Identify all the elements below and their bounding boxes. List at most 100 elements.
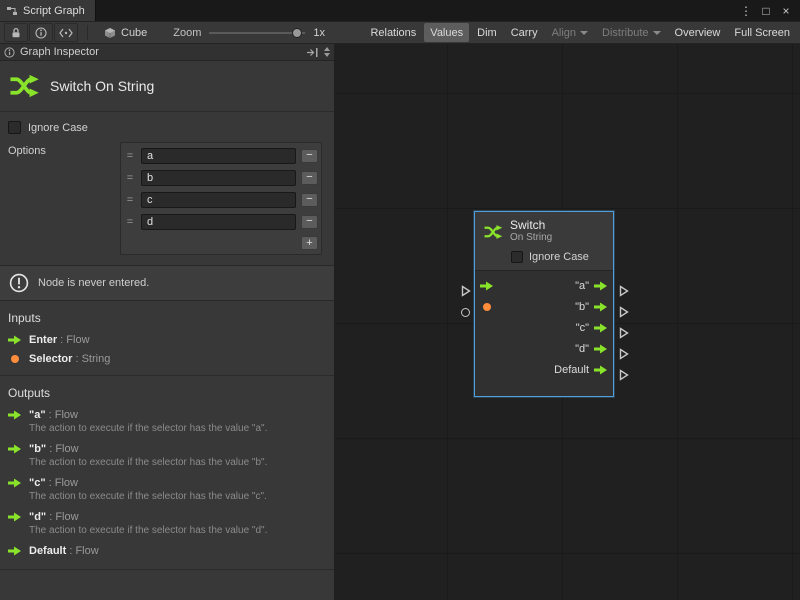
close-icon[interactable]: × <box>778 2 794 20</box>
ignore-case-row: Ignore Case <box>0 112 334 136</box>
flow-port-icon <box>8 512 22 522</box>
port-label: "b" <box>575 301 589 313</box>
full-screen-label: Full Screen <box>734 27 790 39</box>
node-port-row: "d" <box>475 338 613 359</box>
tab-script-graph[interactable]: Script Graph <box>0 0 96 21</box>
maximize-icon[interactable]: □ <box>758 2 774 20</box>
output-port-c[interactable] <box>619 327 629 339</box>
enter-port[interactable] <box>461 285 471 297</box>
drag-handle-icon[interactable]: = <box>124 194 136 206</box>
ignore-case-label: Ignore Case <box>28 122 88 134</box>
port-type: : Flow <box>46 477 78 489</box>
port-type: : String <box>72 353 110 365</box>
dim-button[interactable]: Dim <box>471 23 503 42</box>
node-ignore-case-label: Ignore Case <box>529 251 589 263</box>
overview-label: Overview <box>675 27 721 39</box>
drag-handle-icon[interactable]: = <box>124 172 136 184</box>
overview-button[interactable]: Overview <box>669 23 727 42</box>
option-input-2[interactable] <box>141 192 296 208</box>
flow-out-icon[interactable] <box>594 323 608 333</box>
port-description: The action to execute if the selector ha… <box>0 457 334 472</box>
port-type: : Flow <box>46 511 78 523</box>
selector-value-icon[interactable] <box>483 303 491 311</box>
kebab-menu-icon[interactable]: ⋮ <box>738 2 754 20</box>
tab-label: Script Graph <box>23 5 85 17</box>
port-type: : Flow <box>57 334 89 346</box>
flow-port-icon <box>8 546 22 556</box>
chevron-down-icon <box>653 31 661 35</box>
drag-handle-icon[interactable]: = <box>124 150 136 162</box>
node-header[interactable]: Switch On String <box>475 212 613 248</box>
remove-option-button[interactable]: − <box>301 215 318 229</box>
node-port-row: Default <box>475 359 613 380</box>
flow-out-icon[interactable] <box>594 344 608 354</box>
remove-option-button[interactable]: − <box>301 193 318 207</box>
zoom-slider[interactable] <box>209 26 305 40</box>
code-view-button[interactable] <box>54 23 78 42</box>
carry-button[interactable]: Carry <box>505 23 544 42</box>
info-icon <box>4 47 15 58</box>
remove-option-button[interactable]: − <box>301 149 318 163</box>
option-input-0[interactable] <box>141 148 296 164</box>
output-port-d[interactable] <box>619 348 629 360</box>
output-port-default[interactable] <box>619 369 629 381</box>
port-name: Default <box>29 545 66 557</box>
distribute-dropdown[interactable]: Distribute <box>596 23 666 42</box>
values-button[interactable]: Values <box>424 23 469 42</box>
node-body[interactable]: Switch On String Ignore Case "a" <box>474 211 614 397</box>
port-description: The action to execute if the selector ha… <box>0 491 334 506</box>
flow-in-icon[interactable] <box>480 281 494 291</box>
output-entry: Default : Flow <box>0 540 334 559</box>
inputs-header: Inputs <box>0 301 334 329</box>
node-port-row: "b" <box>475 296 613 317</box>
flow-port-icon <box>8 478 22 488</box>
zoom-slider-handle[interactable] <box>292 28 302 38</box>
target-object-button[interactable]: Cube <box>96 23 155 42</box>
port-type: : Flow <box>46 443 78 455</box>
dock-panel-icon[interactable] <box>306 47 319 58</box>
node-subtitle: On String <box>510 232 552 244</box>
port-description: The action to execute if the selector ha… <box>0 423 334 438</box>
output-port-a[interactable] <box>619 285 629 297</box>
outputs-header: Outputs <box>0 376 334 404</box>
ignore-case-checkbox[interactable] <box>8 121 21 134</box>
switch-on-string-icon <box>8 70 40 102</box>
info-icon <box>35 27 47 39</box>
output-entry: "a" : Flow <box>0 404 334 423</box>
node-ignore-case-checkbox[interactable] <box>511 251 523 263</box>
panel-scroll-arrows[interactable] <box>324 47 330 57</box>
flow-port-icon <box>8 444 22 454</box>
flow-out-icon[interactable] <box>594 365 608 375</box>
port-type: : Flow <box>66 545 98 557</box>
graph-toolbar: Cube Zoom 1x Relations Values Dim Carry … <box>0 21 800 44</box>
flow-out-icon[interactable] <box>594 302 608 312</box>
cube-icon <box>104 27 116 39</box>
warning-box: Node is never entered. <box>0 265 334 301</box>
port-name: "c" <box>29 477 46 489</box>
align-dropdown[interactable]: Align <box>546 23 594 42</box>
relations-button[interactable]: Relations <box>364 23 422 42</box>
graph-canvas[interactable]: Switch On String Ignore Case "a" <box>335 44 800 600</box>
node-ignore-case-row: Ignore Case <box>475 248 613 270</box>
inspector-title: Graph Inspector <box>20 46 99 58</box>
add-option-button[interactable]: + <box>301 236 318 250</box>
drag-handle-icon[interactable]: = <box>124 216 136 228</box>
inspect-button[interactable] <box>29 23 53 42</box>
option-input-1[interactable] <box>141 170 296 186</box>
warning-icon <box>9 273 29 293</box>
switch-on-string-node[interactable]: Switch On String Ignore Case "a" <box>457 211 631 397</box>
selector-port[interactable] <box>461 308 470 317</box>
title-bar: Script Graph ⋮ □ × <box>0 0 800 21</box>
main-area: Graph Inspector Switch On String Ignore … <box>0 44 800 600</box>
output-entry: "b" : Flow <box>0 438 334 457</box>
lock-button[interactable] <box>4 23 28 42</box>
output-port-b[interactable] <box>619 306 629 318</box>
option-input-3[interactable] <box>141 214 296 230</box>
inspector-header: Graph Inspector <box>0 44 334 61</box>
remove-option-button[interactable]: − <box>301 171 318 185</box>
flow-out-icon[interactable] <box>594 281 608 291</box>
node-port-rows: "a" "b" "c" "d" <box>475 271 613 382</box>
switch-on-string-icon <box>483 222 503 242</box>
script-graph-window: Script Graph ⋮ □ × Cube Zoom 1x Rel <box>0 0 800 600</box>
full-screen-button[interactable]: Full Screen <box>728 23 796 42</box>
